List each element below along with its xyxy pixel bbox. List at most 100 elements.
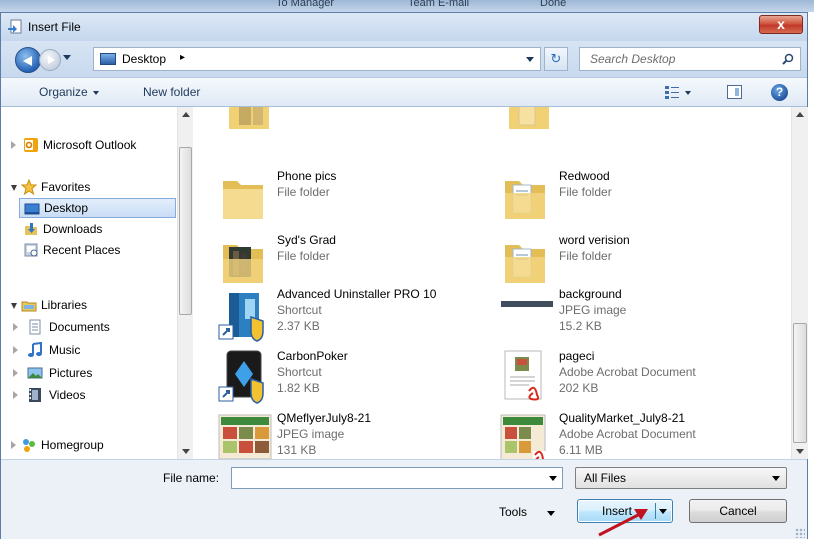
nav-item-pictures[interactable]: Pictures bbox=[1, 363, 177, 383]
nav-item-desktop[interactable]: Desktop bbox=[19, 198, 176, 218]
outlook-icon bbox=[24, 138, 38, 152]
file-list-scroll-thumb[interactable] bbox=[793, 323, 807, 443]
nav-scroll-thumb[interactable] bbox=[179, 147, 192, 315]
nav-label: Homegroup bbox=[41, 438, 104, 452]
file-item-folder[interactable]: File folder bbox=[211, 107, 491, 139]
folder-icon bbox=[505, 181, 545, 219]
scroll-up-icon[interactable] bbox=[796, 112, 804, 117]
navigation-pane: Microsoft Outlook Favorites Desktop Down… bbox=[1, 107, 191, 459]
background-item: Team E-mail bbox=[408, 0, 470, 9]
file-item-background[interactable]: background JPEG image 15.2 KB bbox=[475, 287, 755, 347]
insert-options-dropdown-icon[interactable] bbox=[659, 509, 667, 514]
file-list-scrollbar[interactable] bbox=[791, 107, 808, 459]
close-button[interactable]: x bbox=[759, 15, 803, 34]
file-item-qualitymarket[interactable]: QualityMarket_July8-21 Adobe Acrobat Doc… bbox=[475, 411, 755, 459]
nav-label: Downloads bbox=[43, 222, 103, 236]
file-item-pageci[interactable]: pageci Adobe Acrobat Document 202 KB bbox=[475, 349, 755, 409]
nav-item-libraries[interactable]: Libraries bbox=[1, 295, 177, 315]
tools-dropdown-icon[interactable] bbox=[547, 511, 555, 516]
command-toolbar: Organize New folder ? bbox=[1, 77, 807, 107]
star-icon bbox=[21, 179, 37, 195]
file-type: Shortcut bbox=[277, 365, 322, 379]
insert-file-icon bbox=[8, 19, 22, 34]
search-placeholder: Search Desktop bbox=[590, 52, 676, 66]
tools-menu[interactable]: Tools bbox=[499, 505, 527, 519]
downloads-icon bbox=[25, 223, 37, 235]
file-item-advanced-uninstaller[interactable]: Advanced Uninstaller PRO 10 Shortcut 2.3… bbox=[193, 287, 473, 347]
nav-label: Videos bbox=[49, 388, 86, 402]
file-item-qmeflyer[interactable]: QMeflyerJuly8-21 JPEG image 131 KB bbox=[193, 411, 473, 459]
address-location[interactable]: Desktop bbox=[122, 52, 166, 66]
insert-label: Insert bbox=[602, 504, 633, 518]
file-item-redwood[interactable]: Redwood File folder bbox=[475, 169, 755, 229]
search-icon[interactable] bbox=[782, 53, 794, 65]
expand-arrow-icon[interactable] bbox=[13, 391, 18, 399]
address-chevron-icon[interactable]: ▸ bbox=[180, 52, 185, 63]
nav-label: Microsoft Outlook bbox=[43, 138, 137, 152]
insert-button[interactable]: Insert bbox=[577, 499, 673, 523]
file-type: Adobe Acrobat Document bbox=[559, 365, 696, 379]
search-input[interactable]: Search Desktop bbox=[579, 47, 801, 71]
recent-locations-dropdown[interactable] bbox=[63, 55, 71, 60]
organize-menu[interactable]: Organize bbox=[39, 85, 99, 99]
file-type-selected: All Files bbox=[584, 471, 627, 485]
file-size: 2.37 KB bbox=[277, 319, 320, 333]
resize-grip[interactable] bbox=[795, 528, 805, 538]
nav-label: Pictures bbox=[49, 366, 93, 380]
title-bar[interactable]: Insert File x bbox=[1, 13, 807, 41]
file-size: 6.11 MB bbox=[559, 443, 603, 457]
view-options-dropdown[interactable] bbox=[685, 91, 691, 95]
expand-arrow-icon[interactable] bbox=[13, 369, 18, 377]
background-item: To Manager bbox=[276, 0, 335, 9]
file-name: Syd's Grad bbox=[277, 233, 336, 247]
expand-arrow-icon[interactable] bbox=[11, 141, 16, 149]
file-size: 1.82 KB bbox=[277, 381, 320, 395]
collapse-arrow-icon[interactable] bbox=[11, 185, 17, 191]
file-name-dropdown-icon[interactable] bbox=[549, 476, 557, 481]
file-name: QualityMarket_July8-21 bbox=[559, 411, 686, 425]
file-item-phone-pics[interactable]: Phone pics File folder bbox=[193, 169, 473, 229]
expand-arrow-icon[interactable] bbox=[13, 346, 18, 354]
cancel-button[interactable]: Cancel bbox=[689, 499, 787, 523]
file-name: CarbonPoker bbox=[277, 349, 348, 363]
file-type-select[interactable]: All Files bbox=[575, 467, 787, 489]
collapse-arrow-icon[interactable] bbox=[11, 303, 17, 309]
nav-item-homegroup[interactable]: Homegroup bbox=[1, 435, 177, 455]
desktop-icon bbox=[100, 53, 116, 65]
change-view-icon[interactable] bbox=[665, 86, 679, 99]
file-item-carbonpoker[interactable]: CarbonPoker Shortcut 1.82 KB bbox=[193, 349, 473, 409]
file-item-word-verision[interactable]: word verision File folder bbox=[475, 233, 755, 293]
nav-label: Libraries bbox=[41, 298, 88, 312]
scroll-down-icon[interactable] bbox=[182, 449, 190, 454]
nav-item-documents[interactable]: Documents bbox=[1, 317, 177, 337]
file-type: Shortcut bbox=[277, 303, 322, 317]
preview-pane-icon[interactable] bbox=[727, 85, 742, 99]
help-icon[interactable]: ? bbox=[771, 84, 788, 101]
nav-item-microsoft-outlook[interactable]: Microsoft Outlook bbox=[1, 135, 177, 155]
nav-scrollbar[interactable] bbox=[177, 107, 193, 459]
nav-item-downloads[interactable]: Downloads bbox=[1, 219, 177, 239]
address-dropdown-icon[interactable] bbox=[526, 57, 534, 62]
file-item-folder[interactable]: File folder bbox=[491, 107, 771, 139]
file-item-syds-grad[interactable]: Syd's Grad File folder bbox=[193, 233, 473, 293]
file-name-input[interactable] bbox=[231, 467, 563, 489]
nav-item-music[interactable]: Music bbox=[1, 340, 177, 360]
new-folder-button[interactable]: New folder bbox=[143, 85, 200, 99]
expand-arrow-icon[interactable] bbox=[11, 441, 16, 449]
scroll-down-icon[interactable] bbox=[796, 449, 804, 454]
nav-item-recent-places[interactable]: Recent Places bbox=[1, 240, 177, 260]
nav-item-videos[interactable]: Videos bbox=[1, 385, 177, 405]
nav-label: Favorites bbox=[41, 180, 91, 194]
forward-button[interactable] bbox=[39, 49, 61, 71]
pdf-icon bbox=[504, 350, 542, 401]
back-button[interactable] bbox=[15, 47, 41, 73]
folder-icon bbox=[223, 245, 263, 283]
file-type: File folder bbox=[559, 185, 612, 199]
scroll-up-icon[interactable] bbox=[182, 112, 190, 117]
folder-icon bbox=[509, 107, 549, 129]
nav-item-favorites[interactable]: Favorites bbox=[1, 177, 177, 197]
file-list: File folder File folder Phone pics File … bbox=[193, 107, 791, 459]
refresh-button[interactable]: ↻ bbox=[544, 47, 568, 71]
expand-arrow-icon[interactable] bbox=[13, 323, 18, 331]
address-bar[interactable]: Desktop ▸ bbox=[93, 47, 541, 71]
